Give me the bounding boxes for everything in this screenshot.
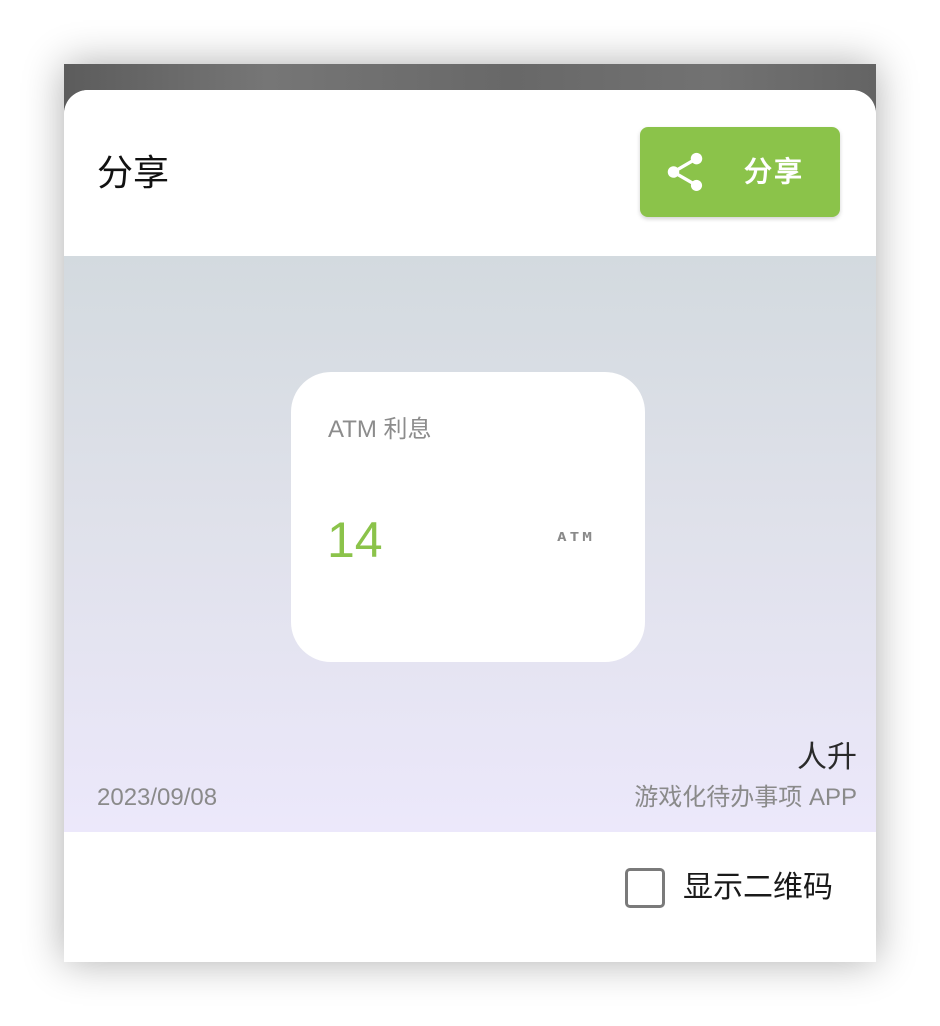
atm-logo: ATM bbox=[557, 529, 595, 545]
share-icon bbox=[667, 152, 703, 192]
show-qr-option[interactable]: 显示二维码 bbox=[625, 868, 865, 908]
app-name: 人升 bbox=[797, 741, 857, 774]
dialog-footer: 显示二维码 bbox=[64, 832, 876, 962]
share-dialog: 分享 分享 ATM 利息 14 ATM 2023/09/08 人升 游戏化待办事… bbox=[64, 90, 876, 962]
stat-card-title: ATM 利息 bbox=[328, 416, 432, 443]
stat-card: ATM 利息 14 ATM bbox=[291, 372, 645, 662]
show-qr-label[interactable]: 显示二维码 bbox=[683, 870, 833, 906]
share-preview: ATM 利息 14 ATM 2023/09/08 人升 游戏化待办事项 APP bbox=[64, 256, 876, 832]
app-tagline: 游戏化待办事项 APP bbox=[634, 784, 857, 811]
stat-card-value: 14 bbox=[327, 512, 383, 568]
share-date: 2023/09/08 bbox=[97, 784, 218, 811]
show-qr-checkbox[interactable] bbox=[625, 868, 665, 908]
dialog-header: 分享 分享 bbox=[64, 90, 876, 256]
share-button-label: 分享 bbox=[744, 156, 805, 187]
dialog-title: 分享 bbox=[97, 152, 170, 193]
screen-backdrop: 分享 分享 ATM 利息 14 ATM 2023/09/08 人升 游戏化待办事… bbox=[64, 64, 876, 962]
share-button[interactable]: 分享 bbox=[640, 127, 840, 217]
